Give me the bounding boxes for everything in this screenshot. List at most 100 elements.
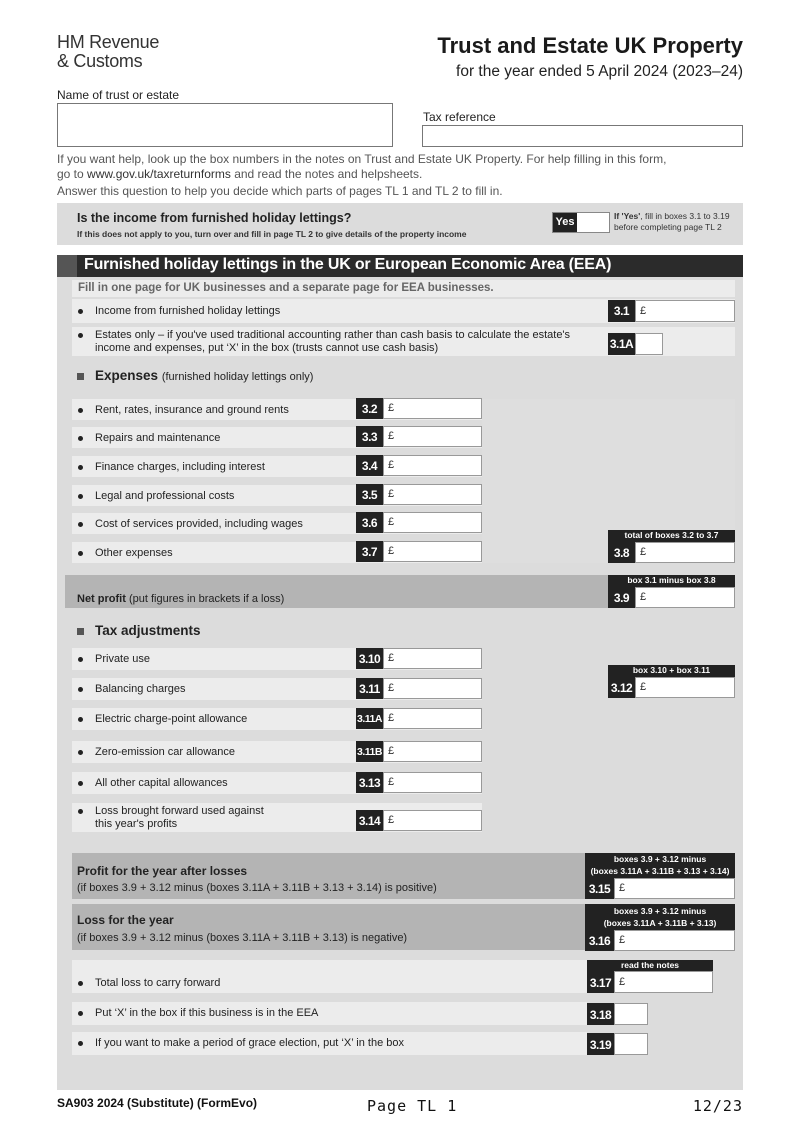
box-3-15-input[interactable]: £ bbox=[614, 878, 735, 899]
tax-reference-input[interactable] bbox=[422, 125, 743, 147]
bullet-icon bbox=[78, 781, 83, 786]
box-3-9-input[interactable]: £ bbox=[635, 587, 735, 608]
box-number-3-16: 3.16 bbox=[585, 930, 614, 951]
currency-symbol: £ bbox=[388, 814, 395, 826]
fill-note: Fill in one page for UK businesses and a… bbox=[72, 280, 735, 297]
box-number-3-13: 3.13 bbox=[356, 772, 383, 793]
form-subtitle: for the year ended 5 April 2024 (2023–24… bbox=[456, 63, 743, 80]
currency-symbol: £ bbox=[640, 591, 647, 603]
box-3-14-input[interactable]: £ bbox=[383, 810, 482, 831]
currency-symbol: £ bbox=[388, 488, 395, 500]
bullet-icon bbox=[78, 465, 83, 470]
answer-instruction: Answer this question to help you decide … bbox=[57, 184, 503, 198]
row-3-1-label: Income from furnished holiday lettings bbox=[95, 305, 281, 317]
bullet-icon bbox=[78, 981, 83, 986]
box-number-3-18: 3.18 bbox=[587, 1003, 614, 1025]
taxreturnforms-link[interactable]: www.gov.uk/taxreturnforms bbox=[87, 167, 231, 181]
currency-symbol: £ bbox=[388, 745, 395, 757]
box-number-3-4: 3.4 bbox=[356, 455, 383, 476]
expenses-heading: Expenses (furnished holiday lettings onl… bbox=[95, 368, 313, 383]
box-number-3-17: 3.17 bbox=[587, 971, 614, 993]
bullet-icon bbox=[78, 809, 83, 814]
bullet-icon bbox=[78, 333, 83, 338]
box-3-1-input[interactable]: £ bbox=[635, 300, 735, 322]
currency-symbol: £ bbox=[388, 516, 395, 528]
row-label: Loss brought forward used against this y… bbox=[95, 805, 264, 831]
currency-symbol: £ bbox=[619, 976, 626, 988]
furnished-holiday-question: Is the income from furnished holiday let… bbox=[57, 203, 743, 245]
form-title: Trust and Estate UK Property bbox=[437, 33, 743, 58]
box-number-3-19: 3.19 bbox=[587, 1033, 614, 1055]
bullet-icon bbox=[78, 522, 83, 527]
expenses-heading-title: Expenses bbox=[95, 368, 159, 383]
yes-label: Yes bbox=[553, 213, 577, 232]
net-profit-label-rest: (put figures in brackets if a loss) bbox=[125, 593, 285, 605]
row-label-line-1: Loss brought forward used against bbox=[95, 805, 264, 817]
currency-symbol: £ bbox=[619, 934, 626, 946]
hmrc-logo: HM Revenue & Customs bbox=[57, 33, 159, 71]
row-3-1a-label-line-2: income and expenses, put ‘X’ in the box … bbox=[95, 342, 439, 354]
box-3-8-input[interactable]: £ bbox=[635, 542, 735, 563]
bullet-icon bbox=[78, 657, 83, 662]
box-number-3-11b: 3.11B bbox=[356, 741, 383, 762]
currency-symbol: £ bbox=[388, 652, 395, 664]
row-label: Cost of services provided, including wag… bbox=[95, 518, 303, 530]
bullet-icon bbox=[78, 494, 83, 499]
box-3-15-caption-line-1: boxes 3.9 + 3.12 minus bbox=[613, 854, 707, 864]
box-3-9-caption: box 3.1 minus box 3.8 bbox=[608, 575, 735, 587]
box-3-11-input[interactable]: £ bbox=[383, 678, 482, 699]
net-profit-label: Net profit (put figures in brackets if a… bbox=[77, 593, 284, 605]
row-label: Finance charges, including interest bbox=[95, 461, 265, 473]
box-number-3-12: 3.12 bbox=[608, 677, 635, 698]
question-note-bold: If 'Yes' bbox=[614, 211, 641, 221]
question-note: If 'Yes', fill in boxes 3.1 to 3.19 befo… bbox=[614, 211, 744, 233]
trust-name-input[interactable] bbox=[57, 103, 393, 147]
box-3-16-caption-line-2: (boxes 3.11A + 3.11B + 3.13) bbox=[603, 917, 717, 928]
box-3-1a-checkbox[interactable] bbox=[635, 333, 663, 355]
box-3-16-input[interactable]: £ bbox=[614, 930, 735, 951]
bullet-icon bbox=[78, 408, 83, 413]
row-label: Electric charge-point allowance bbox=[95, 713, 248, 725]
tax-adjustments-heading: Tax adjustments bbox=[95, 623, 201, 638]
square-bullet-icon bbox=[77, 628, 84, 635]
box-3-11b-input[interactable]: £ bbox=[383, 741, 482, 762]
box-3-13-input[interactable]: £ bbox=[383, 772, 482, 793]
box-3-3-input[interactable]: £ bbox=[383, 426, 482, 447]
box-number-3-1a: 3.1A bbox=[608, 333, 635, 355]
currency-symbol: £ bbox=[388, 459, 395, 471]
currency-symbol: £ bbox=[640, 546, 647, 558]
row-label: Rent, rates, insurance and ground rents bbox=[95, 404, 289, 416]
bullet-icon bbox=[78, 309, 83, 314]
bullet-icon bbox=[78, 750, 83, 755]
box-3-7-input[interactable]: £ bbox=[383, 541, 482, 562]
box-3-2-input[interactable]: £ bbox=[383, 398, 482, 419]
box-number-3-10: 3.10 bbox=[356, 648, 383, 669]
box-number-3-8: 3.8 bbox=[608, 542, 635, 563]
box-number-3-11: 3.11 bbox=[356, 678, 383, 699]
row-3-1a-label: Estates only – if you've used traditiona… bbox=[95, 329, 570, 355]
box-number-3-6: 3.6 bbox=[356, 512, 383, 533]
box-3-11a-input[interactable]: £ bbox=[383, 708, 482, 729]
box-3-8-caption: total of boxes 3.2 to 3.7 bbox=[608, 530, 735, 542]
row-3-18-label: Put ‘X’ in the box if this business is i… bbox=[95, 1007, 319, 1019]
box-3-19-checkbox[interactable] bbox=[614, 1033, 648, 1055]
help-line-2-post: and read the notes and helpsheets. bbox=[230, 167, 423, 181]
help-line-1: If you want help, look up the box number… bbox=[57, 152, 667, 166]
page-label: Page TL 1 bbox=[367, 1097, 458, 1115]
profit-note: (if boxes 3.9 + 3.12 minus (boxes 3.11A … bbox=[77, 882, 437, 894]
box-3-6-input[interactable]: £ bbox=[383, 512, 482, 533]
box-3-12-input[interactable]: £ bbox=[635, 677, 735, 698]
yes-checkbox[interactable]: Yes bbox=[552, 212, 610, 233]
box-3-4-input[interactable]: £ bbox=[383, 455, 482, 476]
currency-symbol: £ bbox=[619, 882, 626, 894]
question-subtitle: If this does not apply to you, turn over… bbox=[77, 229, 467, 239]
currency-symbol: £ bbox=[388, 712, 395, 724]
box-3-18-checkbox[interactable] bbox=[614, 1003, 648, 1025]
box-3-17-input[interactable]: £ bbox=[614, 971, 713, 993]
expenses-heading-note: (furnished holiday lettings only) bbox=[161, 371, 314, 383]
box-number-3-2: 3.2 bbox=[356, 398, 383, 419]
box-3-5-input[interactable]: £ bbox=[383, 484, 482, 505]
box-3-10-input[interactable]: £ bbox=[383, 648, 482, 669]
currency-symbol: £ bbox=[388, 776, 395, 788]
question-title: Is the income from furnished holiday let… bbox=[77, 211, 352, 225]
